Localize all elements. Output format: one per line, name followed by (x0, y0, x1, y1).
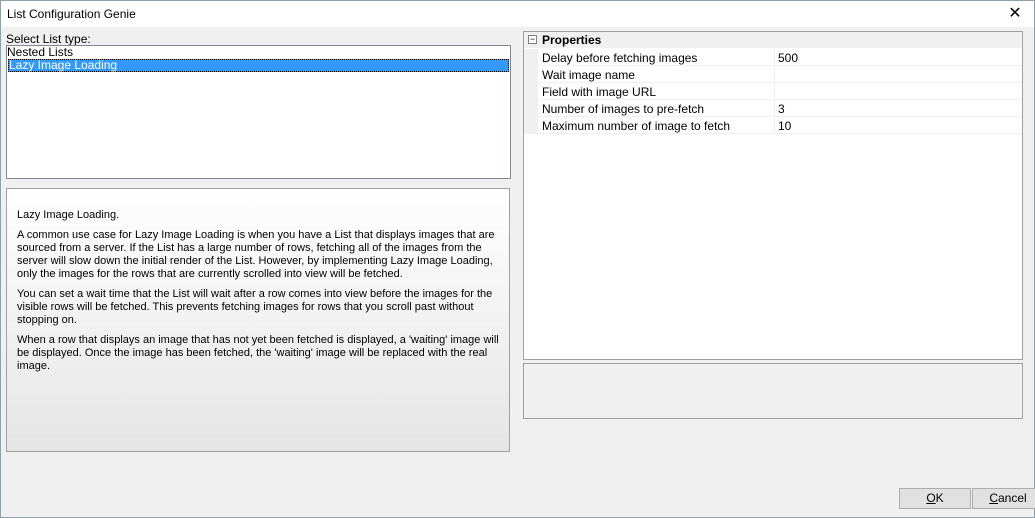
description-title: Lazy Image Loading. (17, 209, 120, 221)
description-panel: Lazy Image Loading. A common use case fo… (6, 188, 510, 452)
property-value[interactable]: 3 (778, 102, 785, 116)
property-name: Maximum number of image to fetch (542, 119, 731, 133)
property-row[interactable]: Maximum number of image to fetch 10 (524, 117, 1022, 134)
property-grid[interactable]: − Properties Delay before fetching image… (523, 31, 1023, 360)
window-title: List Configuration Genie (7, 7, 136, 21)
property-row[interactable]: Field with image URL (524, 83, 1022, 100)
property-name: Field with image URL (542, 85, 657, 99)
title-bar: List Configuration Genie ✕ (1, 1, 1034, 27)
property-category: − Properties (524, 32, 1022, 48)
property-name: Number of images to pre-fetch (542, 102, 705, 116)
property-name: Wait image name (542, 68, 635, 82)
ok-label: K (935, 491, 944, 505)
close-icon[interactable]: ✕ (1000, 3, 1030, 25)
property-row[interactable]: Number of images to pre-fetch 3 (524, 100, 1022, 117)
property-value[interactable]: 10 (778, 119, 791, 133)
cancel-mnemonic: C (989, 491, 998, 505)
collapse-icon[interactable]: − (528, 35, 537, 44)
description-paragraph: You can set a wait time that the List wi… (17, 288, 493, 326)
ok-mnemonic: O (926, 491, 936, 505)
description-paragraph: When a row that displays an image that h… (17, 334, 499, 372)
cancel-label: ancel (997, 491, 1027, 505)
category-label: Properties (542, 33, 602, 47)
cancel-button[interactable]: Cancel (972, 488, 1035, 509)
property-row[interactable]: Wait image name (524, 66, 1022, 83)
property-name: Delay before fetching images (542, 51, 698, 65)
dialog-window: List Configuration Genie ✕ Select List t… (0, 0, 1035, 518)
property-value[interactable]: 500 (778, 51, 798, 65)
property-help-box (523, 363, 1023, 419)
ok-button[interactable]: OK (899, 488, 971, 509)
property-row[interactable]: Delay before fetching images 500 (524, 49, 1022, 66)
description-paragraph: A common use case for Lazy Image Loading… (17, 229, 495, 280)
list-item-lazy-image-loading[interactable]: Lazy Image Loading (8, 59, 509, 72)
list-type-label: Select List type: (6, 32, 91, 46)
list-type-listbox[interactable]: Nested Lists Lazy Image Loading (6, 45, 511, 179)
